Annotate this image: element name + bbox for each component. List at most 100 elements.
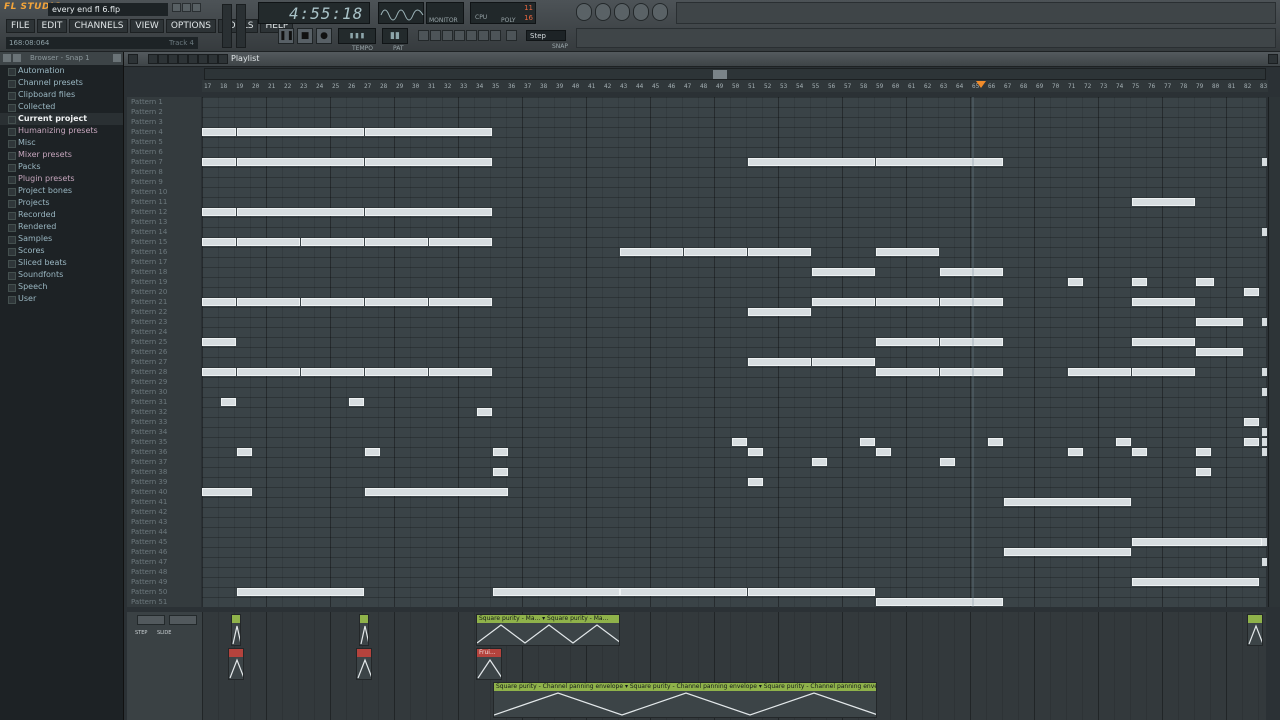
browser-folder-recorded[interactable]: Recorded [0, 209, 123, 221]
pattern-clip[interactable] [748, 308, 811, 316]
pattern-clip[interactable] [429, 238, 492, 246]
browser-folder-clipboard-files[interactable]: Clipboard files [0, 89, 123, 101]
pattern-clip[interactable] [812, 358, 875, 366]
pattern-track-name[interactable]: Pattern 31 [131, 397, 167, 407]
pattern-clip[interactable] [237, 448, 252, 456]
pattern-clip[interactable] [202, 158, 236, 166]
pattern-track-name[interactable]: Pattern 20 [131, 287, 167, 297]
pattern-track-name[interactable]: Pattern 47 [131, 557, 167, 567]
pattern-clip[interactable] [1132, 278, 1147, 286]
tool-icon[interactable] [506, 30, 517, 41]
pattern-track-name[interactable]: Pattern 30 [131, 387, 167, 397]
pattern-clip[interactable] [237, 128, 364, 136]
tool-icon[interactable] [430, 30, 441, 41]
pattern-clip[interactable] [365, 208, 492, 216]
pattern-track-name[interactable]: Pattern 25 [131, 337, 167, 347]
pattern-track-name[interactable]: Pattern 3 [131, 117, 163, 127]
scrollbar-thumb[interactable] [713, 70, 727, 79]
pattern-track-name[interactable]: Pattern 34 [131, 427, 167, 437]
pattern-clip[interactable] [237, 158, 364, 166]
pattern-clip[interactable] [202, 488, 252, 496]
pattern-clip[interactable] [1244, 438, 1259, 446]
pattern-clip[interactable] [365, 448, 380, 456]
pattern-clip[interactable] [202, 238, 236, 246]
playlist-grid[interactable] [202, 97, 1266, 607]
menu-options[interactable]: OPTIONS [165, 19, 217, 33]
pattern-clip[interactable] [1244, 418, 1259, 426]
pattern-clip[interactable] [620, 588, 747, 596]
bar-ruler[interactable]: 17 18 19 20 21 22 23 24 25 26 27 28 29 30 31 32 33 34 35 36… [202, 80, 1268, 92]
pattern-clip[interactable] [748, 448, 763, 456]
pattern-clip[interactable] [1116, 438, 1131, 446]
pattern-clip[interactable] [1068, 278, 1083, 286]
paint-tool-icon[interactable] [158, 54, 168, 64]
pattern-clip[interactable] [429, 298, 492, 306]
pattern-clip[interactable] [1196, 318, 1243, 326]
pattern-track-name[interactable]: Pattern 1 [131, 97, 163, 107]
pattern-clip[interactable] [748, 248, 811, 256]
tool-icon[interactable] [478, 30, 489, 41]
pattern-track-name[interactable]: Pattern 19 [131, 277, 167, 287]
pattern-track-name[interactable]: Pattern 45 [131, 537, 167, 547]
pattern-display[interactable]: ▮▮ [382, 28, 408, 44]
pattern-clip[interactable] [1196, 278, 1214, 286]
pattern-clip[interactable] [1196, 468, 1211, 476]
pattern-clip[interactable] [1068, 448, 1083, 456]
menu-edit[interactable]: EDIT [36, 19, 68, 33]
playlist-view-icon[interactable] [576, 3, 592, 21]
browser-menu-icon[interactable] [3, 54, 11, 62]
pattern-track-name[interactable]: Pattern 32 [131, 407, 167, 417]
tool-icon[interactable] [490, 30, 501, 41]
pattern-track-name[interactable]: Pattern 46 [131, 547, 167, 557]
browser-folder-automation[interactable]: Automation [0, 65, 123, 77]
pattern-clip[interactable] [748, 588, 875, 596]
pattern-clip[interactable] [748, 158, 875, 166]
pattern-track-name[interactable]: Pattern 8 [131, 167, 163, 177]
pattern-track-name[interactable]: Pattern 33 [131, 417, 167, 427]
pattern-track-name[interactable]: Pattern 16 [131, 247, 167, 257]
pattern-track-name[interactable]: Pattern 29 [131, 377, 167, 387]
pattern-clip[interactable] [365, 128, 492, 136]
pattern-track-name[interactable]: Pattern 36 [131, 447, 167, 457]
pattern-track-name[interactable]: Pattern 22 [131, 307, 167, 317]
pattern-track-name[interactable]: Pattern 9 [131, 177, 163, 187]
mute-tool-icon[interactable] [178, 54, 188, 64]
browser-folder-channel-presets[interactable]: Channel presets [0, 77, 123, 89]
pattern-track-name[interactable]: Pattern 44 [131, 527, 167, 537]
pattern-clip[interactable] [237, 298, 300, 306]
pattern-track-name[interactable]: Pattern 26 [131, 347, 167, 357]
pattern-track-name[interactable]: Pattern 14 [131, 227, 167, 237]
pattern-clip[interactable] [876, 448, 891, 456]
pattern-clip[interactable] [1132, 338, 1195, 346]
browser-folder-collected[interactable]: Collected [0, 101, 123, 113]
automation-clip[interactable] [231, 614, 241, 646]
pattern-track-name[interactable]: Pattern 7 [131, 157, 163, 167]
pattern-clip[interactable] [748, 478, 763, 486]
pattern-clip[interactable] [988, 438, 1003, 446]
pattern-clip[interactable] [940, 458, 955, 466]
automation-clip[interactable]: Frui... [476, 648, 502, 680]
pattern-track-name[interactable]: Pattern 49 [131, 577, 167, 587]
mixer-view-icon[interactable] [652, 3, 668, 21]
browser-folder-packs[interactable]: Packs [0, 161, 123, 173]
master-volume-slider[interactable] [222, 4, 232, 48]
pattern-track-name[interactable]: Pattern 28 [131, 367, 167, 377]
browser-folder-soundfonts[interactable]: Soundfonts [0, 269, 123, 281]
horizontal-scrollbar[interactable] [204, 68, 1266, 80]
pattern-clip[interactable] [365, 158, 492, 166]
pattern-clip[interactable] [1132, 538, 1262, 546]
pattern-clip[interactable] [1196, 448, 1211, 456]
pattern-clip[interactable] [1004, 498, 1131, 506]
pattern-track-name[interactable]: Pattern 51 [131, 597, 167, 607]
pattern-clip[interactable] [365, 238, 428, 246]
pattern-clip[interactable] [860, 438, 875, 446]
pattern-track-name[interactable]: Pattern 21 [131, 297, 167, 307]
pattern-track-name[interactable]: Pattern 17 [131, 257, 167, 267]
pattern-clip[interactable] [221, 398, 236, 406]
pattern-track-name[interactable]: Pattern 2 [131, 107, 163, 117]
browser-folder-sliced-beats[interactable]: Sliced beats [0, 257, 123, 269]
pattern-clip[interactable] [493, 468, 508, 476]
pattern-clip[interactable] [1132, 578, 1259, 586]
snap-selector[interactable]: Step [526, 30, 566, 41]
pattern-clip[interactable] [301, 238, 364, 246]
